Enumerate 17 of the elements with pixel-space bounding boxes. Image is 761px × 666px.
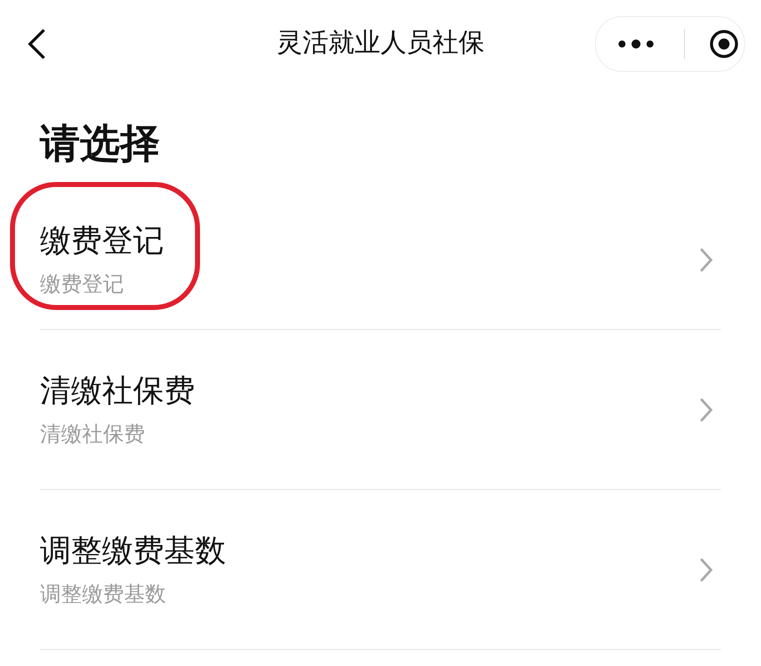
option-subtitle: 缴费登记 bbox=[40, 270, 125, 297]
option-row[interactable]: 清缴社保费 清缴社保费 bbox=[40, 330, 721, 490]
option-subtitle: 清缴社保费 bbox=[40, 420, 146, 447]
page-title: 灵活就业人员社保 bbox=[276, 28, 484, 60]
option-title: 调整缴费基数 bbox=[40, 532, 227, 571]
option-row[interactable]: 缴费登记 缴费登记 bbox=[40, 190, 721, 330]
more-icon[interactable] bbox=[618, 39, 654, 49]
page-heading: 请选择 bbox=[40, 120, 161, 168]
option-row[interactable]: 调整缴费基数 调整缴费基数 bbox=[40, 490, 721, 650]
option-subtitle: 调整缴费基数 bbox=[40, 580, 167, 607]
chevron-right-icon bbox=[699, 246, 713, 272]
option-title: 缴费登记 bbox=[40, 222, 165, 261]
back-icon[interactable] bbox=[26, 27, 48, 61]
option-title: 清缴社保费 bbox=[40, 372, 196, 411]
chevron-right-icon bbox=[699, 396, 713, 422]
close-icon[interactable] bbox=[709, 29, 739, 59]
chevron-right-icon bbox=[699, 556, 713, 582]
